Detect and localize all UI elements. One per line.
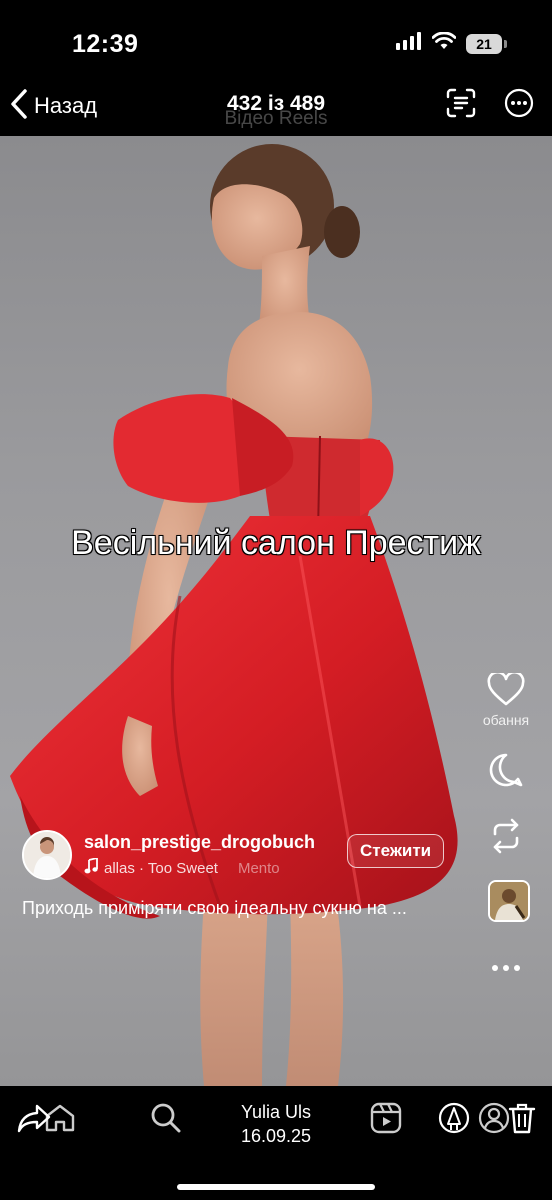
author-row: salon_prestige_drogobuch allas · Too Swe…: [22, 828, 462, 882]
status-bar: 12:39 21: [0, 0, 552, 84]
audio-extra: Mento: [237, 859, 280, 877]
like-button[interactable]: [482, 666, 530, 714]
overlay-caption: Весільний салон Престиж: [71, 524, 481, 562]
status-time: 12:39: [72, 30, 139, 58]
music-note-icon: [84, 856, 98, 878]
like-label: обання: [482, 712, 530, 728]
reels-icon: [370, 1102, 402, 1134]
comment-icon: [489, 753, 523, 787]
audio-artist: allas · Too Sweet: [104, 859, 218, 877]
heart-icon: [487, 673, 525, 706]
ellipsis-icon: [492, 965, 520, 971]
avatar[interactable]: [22, 830, 72, 880]
reels-tab[interactable]: [366, 1098, 406, 1138]
audio-line[interactable]: allas · Too Sweet Mento: [84, 856, 280, 878]
audio-thumbnail[interactable]: [488, 880, 530, 922]
top-nav: Назад 432 із 489: [0, 84, 552, 136]
delete-button[interactable]: [502, 1098, 542, 1138]
battery-icon: 21: [466, 33, 507, 54]
reel-description[interactable]: Приходь приміряти свою ідеальну сукню на…: [22, 898, 407, 919]
status-icons: 21: [396, 31, 507, 55]
home-indicator: [177, 1184, 375, 1190]
trash-icon: [508, 1103, 536, 1134]
text-scan-icon[interactable]: [446, 88, 476, 123]
nav-actions: [446, 88, 534, 123]
wifi-icon: [431, 31, 457, 55]
signal-icon: [396, 32, 422, 55]
comment-button[interactable]: [482, 746, 530, 794]
side-actions: обання: [474, 666, 538, 992]
repost-icon: [493, 818, 519, 854]
markup-button[interactable]: [434, 1098, 474, 1138]
remix-button[interactable]: [482, 812, 530, 860]
follow-button[interactable]: Стежити: [347, 834, 445, 868]
more-button[interactable]: [482, 944, 530, 992]
author-username[interactable]: salon_prestige_drogobuch: [84, 832, 315, 853]
more-options-icon[interactable]: [504, 88, 534, 123]
dress-model-photo: [10, 144, 458, 1086]
reel-video[interactable]: Весільний салон Престиж обання: [0, 136, 552, 1086]
markup-pen-icon: [438, 1102, 470, 1134]
bottom-bar: Yulia Uls 16.09.25: [0, 1086, 552, 1200]
